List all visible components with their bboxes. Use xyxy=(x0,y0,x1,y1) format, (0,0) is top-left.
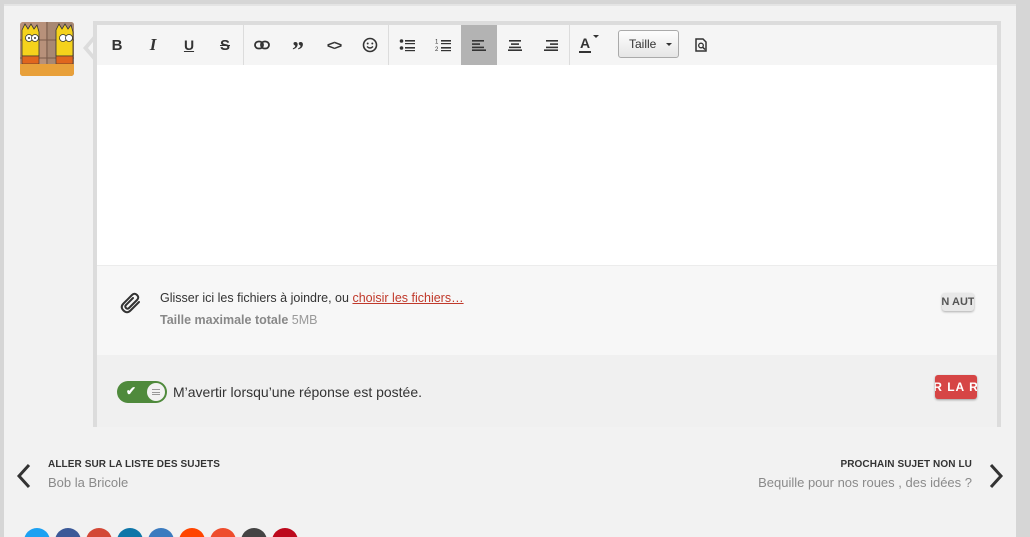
smiley-icon xyxy=(362,37,378,53)
italic-button[interactable]: I xyxy=(135,25,171,65)
svg-text:1: 1 xyxy=(435,40,439,46)
pinterest-share-button[interactable] xyxy=(272,528,298,537)
text-color-button[interactable]: A xyxy=(570,25,606,65)
link-icon xyxy=(254,40,270,50)
email-share-button[interactable] xyxy=(241,528,267,537)
submit-reply-label: R LA R xyxy=(935,380,977,394)
strikethrough-icon: S xyxy=(219,36,230,54)
align-right-icon xyxy=(544,40,558,51)
reply-editor: B I U S ” <> 12 A Taille Glisser ici les… xyxy=(93,21,1001,427)
quote-button[interactable]: ” xyxy=(280,25,316,65)
next-topic-title: PROCHAIN SUJET NON LU xyxy=(840,459,972,470)
size-select[interactable]: Taille xyxy=(618,30,679,58)
facebook-share-button[interactable] xyxy=(55,528,81,537)
italic-icon: I xyxy=(149,35,157,54)
quote-icon: ” xyxy=(292,38,304,64)
underline-button[interactable]: U xyxy=(171,25,207,65)
avatar[interactable] xyxy=(20,22,74,76)
text-color-letter: A xyxy=(580,35,591,51)
svg-text:2: 2 xyxy=(435,47,439,52)
chevron-down-icon xyxy=(593,35,599,38)
link-button[interactable] xyxy=(244,25,280,65)
other-attachment-button[interactable]: N AUT xyxy=(942,293,974,311)
size-select-label: Taille xyxy=(629,37,657,51)
align-left-icon xyxy=(472,40,486,51)
choose-files-link[interactable]: choisir les fichiers… xyxy=(352,291,463,305)
bullet-list-button[interactable] xyxy=(389,25,425,65)
top-strip xyxy=(4,4,1016,6)
preview-button[interactable] xyxy=(683,25,719,65)
preview-icon xyxy=(695,38,707,52)
other-attachment-label: N AUT xyxy=(942,296,974,308)
code-icon: <> xyxy=(326,37,342,53)
editor-footer: ✔ M’avertir lorsqu’une réponse est posté… xyxy=(97,355,997,427)
reddit-share-button[interactable] xyxy=(179,528,205,537)
chevron-down-icon xyxy=(666,43,672,46)
notify-label: M’avertir lorsqu’une réponse est postée. xyxy=(173,384,423,400)
previous-topic-link[interactable]: ALLER SUR LA LISTE DES SUJETS Bob la Bri… xyxy=(16,459,220,490)
align-center-icon xyxy=(508,40,522,51)
next-topic-link[interactable]: PROCHAIN SUJET NON LU Bequille pour nos … xyxy=(758,459,1004,490)
attachments-area[interactable]: Glisser ici les fichiers à joindre, ou c… xyxy=(97,265,997,355)
bold-icon: B xyxy=(111,36,123,54)
attachments-drop-text: Glisser ici les fichiers à joindre, ou c… xyxy=(160,291,464,305)
message-textarea[interactable] xyxy=(97,65,997,265)
text-color-icon: A xyxy=(578,35,599,55)
align-right-button[interactable] xyxy=(533,25,569,65)
chevron-left-icon xyxy=(16,463,31,489)
numbered-list-icon: 12 xyxy=(435,40,451,52)
next-topic-subtitle: Bequille pour nos roues , des idées ? xyxy=(758,475,972,490)
vk-share-button[interactable] xyxy=(148,528,174,537)
max-size-value: 5MB xyxy=(291,313,318,327)
max-size-label: Taille maximale totale xyxy=(160,313,289,327)
bullet-list-icon xyxy=(399,39,415,52)
twitter-share-button[interactable] xyxy=(24,528,50,537)
align-left-button[interactable] xyxy=(461,25,497,65)
code-button[interactable]: <> xyxy=(316,25,352,65)
paperclip-icon xyxy=(120,292,140,314)
check-icon: ✔ xyxy=(126,384,137,398)
align-center-button[interactable] xyxy=(497,25,533,65)
bold-button[interactable]: B xyxy=(99,25,135,65)
previous-topic-subtitle: Bob la Bricole xyxy=(48,475,129,490)
editor-toolbar: B I U S ” <> 12 A Taille xyxy=(97,25,997,65)
toggle-knob xyxy=(147,383,165,401)
linkedin-share-button[interactable] xyxy=(117,528,143,537)
chevron-right-icon xyxy=(989,463,1004,489)
text-color-underline xyxy=(579,51,591,53)
submit-reply-button[interactable]: R LA R xyxy=(935,375,977,399)
google-share-button[interactable] xyxy=(86,528,112,537)
drop-instructions: Glisser ici les fichiers à joindre, ou xyxy=(160,291,349,305)
emoji-button[interactable] xyxy=(352,25,388,65)
strikethrough-button[interactable]: S xyxy=(207,25,243,65)
notify-toggle[interactable]: ✔ xyxy=(117,381,167,403)
stumbleupon-share-button[interactable] xyxy=(210,528,236,537)
numbered-list-button[interactable]: 12 xyxy=(425,25,461,65)
page: B I U S ” <> 12 A Taille Glisser ici les… xyxy=(4,4,1016,537)
previous-topic-title: ALLER SUR LA LISTE DES SUJETS xyxy=(48,459,220,470)
underline-icon: U xyxy=(183,37,195,53)
attachments-max-size: Taille maximale totale 5MB xyxy=(160,313,317,327)
